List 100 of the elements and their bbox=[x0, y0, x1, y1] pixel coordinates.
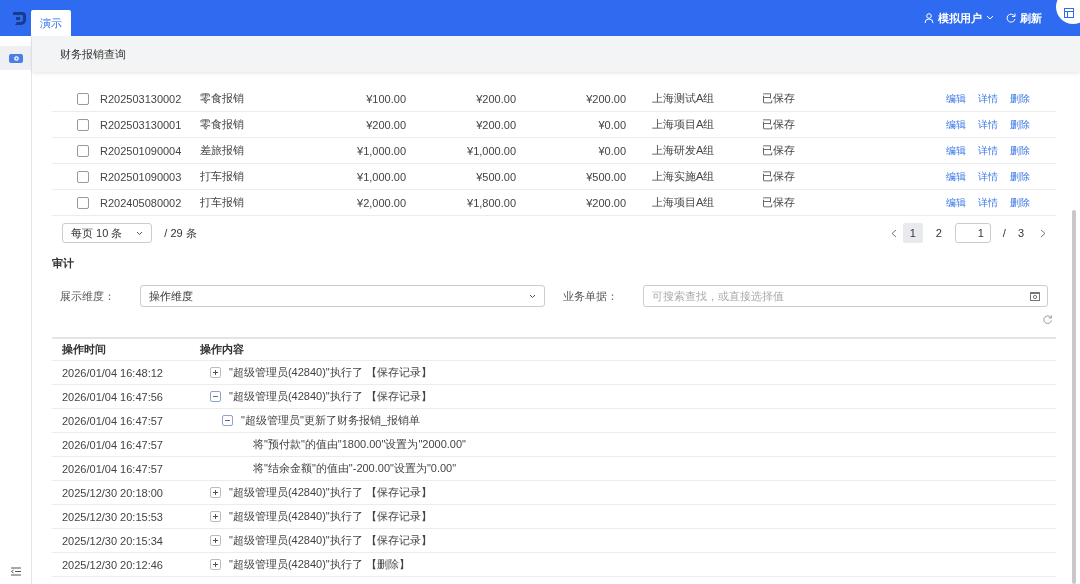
table-cell-text: 已保存 bbox=[761, 143, 796, 158]
table-cell-text: ¥200.00 bbox=[585, 92, 626, 105]
operation-text: "超级管理员(42840)"执行了 【保存记录】 bbox=[229, 533, 432, 548]
table-cell-text: 差旅报销 bbox=[199, 143, 245, 158]
table-cell-text: ¥500.00 bbox=[475, 170, 516, 183]
action-link[interactable]: 删除 bbox=[1010, 143, 1030, 158]
camera-icon bbox=[8, 53, 23, 63]
expand-toggle[interactable] bbox=[210, 535, 221, 546]
table-cell-text: 打车报销 bbox=[199, 169, 245, 184]
table-cell-text: ¥0.00 bbox=[597, 144, 626, 157]
action-link[interactable]: 编辑 bbox=[946, 117, 966, 132]
chevron-down-icon bbox=[529, 293, 536, 299]
table-cell-text: 打车报销 bbox=[199, 195, 245, 210]
column-header: 操作时间 bbox=[61, 342, 107, 357]
reload-button[interactable] bbox=[1043, 315, 1052, 324]
user-menu[interactable]: 模拟用户 bbox=[924, 10, 994, 26]
expand-toggle[interactable] bbox=[210, 559, 221, 570]
next-page-button[interactable] bbox=[1040, 228, 1046, 238]
action-link[interactable]: 编辑 bbox=[946, 195, 966, 210]
operation-text: "超级管理员(42840)"执行了 【保存记录】 bbox=[229, 365, 432, 380]
table-cell-text: 上海测试A组 bbox=[651, 91, 716, 106]
action-link[interactable]: 详情 bbox=[978, 143, 998, 158]
table-cell-text: ¥1,000.00 bbox=[466, 144, 516, 157]
page-button[interactable]: 1 bbox=[902, 223, 923, 243]
table-cell-text: ¥100.00 bbox=[365, 92, 406, 105]
table-cell-text: ¥200.00 bbox=[365, 118, 406, 131]
table-cell-text: ¥500.00 bbox=[585, 170, 626, 183]
table-cell-text: ¥0.00 bbox=[597, 118, 626, 131]
operation-time: 2026/01/04 16:47:57 bbox=[61, 438, 164, 451]
action-link[interactable]: 删除 bbox=[1010, 117, 1030, 132]
page-jump-field[interactable]: 1 bbox=[954, 223, 991, 243]
dimension-select[interactable]: 操作维度 bbox=[140, 285, 545, 307]
chevron-down-icon bbox=[986, 15, 994, 21]
refresh-button[interactable]: 刷新 bbox=[1006, 10, 1042, 26]
section-title: 审计 bbox=[52, 256, 74, 271]
refresh-icon bbox=[1043, 315, 1052, 324]
column-header: 操作内容 bbox=[200, 342, 245, 357]
table-cell-text: 上海项目A组 bbox=[651, 195, 716, 210]
action-link[interactable]: 详情 bbox=[978, 195, 998, 210]
table-cell-text: 上海实施A组 bbox=[651, 169, 716, 184]
action-link[interactable]: 详情 bbox=[978, 117, 998, 132]
table-cell-text: ¥1,800.00 bbox=[466, 196, 516, 209]
table-cell-text: ¥200.00 bbox=[475, 92, 516, 105]
filter-label: 展示维度： bbox=[60, 288, 116, 304]
table-cell-text: 零食报销 bbox=[199, 91, 245, 106]
table-cell-text: ¥2,000.00 bbox=[356, 196, 406, 209]
row-checkbox[interactable] bbox=[77, 144, 89, 157]
chevron-left-icon bbox=[890, 228, 897, 238]
table-cell-text: R202503130002 bbox=[99, 92, 183, 105]
expand-toggle[interactable] bbox=[210, 511, 221, 522]
action-link[interactable]: 删除 bbox=[1010, 91, 1030, 106]
operation-text: "超级管理员(42840)"执行了 【删除】 bbox=[229, 557, 410, 572]
action-link[interactable]: 删除 bbox=[1010, 169, 1030, 184]
expand-toggle[interactable] bbox=[210, 391, 221, 402]
row-checkbox[interactable] bbox=[77, 196, 89, 209]
operation-time: 2025/12/30 20:15:53 bbox=[61, 510, 164, 523]
document-lookup-field[interactable]: 可搜索查找，或直接选择值 bbox=[643, 285, 1048, 307]
table-cell-text: ¥200.00 bbox=[585, 196, 626, 209]
total-count: / 29 条 bbox=[164, 225, 197, 241]
operation-time: 2025/12/30 20:15:34 bbox=[61, 534, 164, 547]
table-cell-text: R202503130001 bbox=[99, 118, 183, 131]
app-tab[interactable]: 演示 bbox=[31, 10, 71, 36]
page-count: 3 bbox=[1017, 227, 1024, 239]
table-cell-text: 已保存 bbox=[761, 91, 796, 106]
action-link[interactable]: 编辑 bbox=[946, 143, 966, 158]
operation-text: "超级管理员"更新了财务报销_报销单 bbox=[241, 413, 420, 428]
operation-text: "超级管理员(42840)"执行了 【保存记录】 bbox=[229, 509, 432, 524]
prev-page-button[interactable] bbox=[890, 228, 897, 238]
expand-toggle[interactable] bbox=[222, 415, 233, 426]
operation-time: 2026/01/04 16:47:56 bbox=[61, 390, 164, 403]
table-cell-text: 已保存 bbox=[761, 169, 796, 184]
table-cell-text: ¥1,000.00 bbox=[356, 170, 406, 183]
table-cell-text: R202501090004 bbox=[99, 144, 183, 157]
row-checkbox[interactable] bbox=[77, 92, 89, 105]
nav-item[interactable] bbox=[0, 46, 31, 70]
action-link[interactable]: 详情 bbox=[978, 169, 998, 184]
page-title: 财务报销查询 bbox=[60, 46, 126, 62]
page-button[interactable]: 2 bbox=[928, 223, 949, 243]
refresh-icon bbox=[1006, 13, 1016, 23]
operation-time: 2026/01/04 16:48:12 bbox=[61, 366, 164, 379]
operation-text: 将"预付款"的值由"1800.00"设置为"2000.00" bbox=[253, 437, 466, 452]
expand-toggle[interactable] bbox=[210, 487, 221, 498]
action-link[interactable]: 编辑 bbox=[946, 169, 966, 184]
collapse-button[interactable] bbox=[10, 567, 21, 576]
scrollbar-thumb[interactable] bbox=[1072, 210, 1076, 584]
page-size-select[interactable]: 每页 10 条 bbox=[62, 223, 153, 243]
table-cell-text: 上海项目A组 bbox=[651, 117, 716, 132]
layout-icon bbox=[1064, 8, 1074, 18]
table-cell-text: 已保存 bbox=[761, 195, 796, 210]
expand-toggle[interactable] bbox=[210, 367, 221, 378]
filter-label: 业务单据： bbox=[563, 288, 619, 304]
page-separator: / bbox=[1002, 227, 1006, 239]
action-link[interactable]: 编辑 bbox=[946, 91, 966, 106]
table-cell-text: R202501090003 bbox=[99, 170, 183, 183]
operation-time: 2026/01/04 16:47:57 bbox=[61, 462, 164, 475]
operation-text: "超级管理员(42840)"执行了 【保存记录】 bbox=[229, 389, 432, 404]
row-checkbox[interactable] bbox=[77, 118, 89, 131]
action-link[interactable]: 删除 bbox=[1010, 195, 1030, 210]
action-link[interactable]: 详情 bbox=[978, 91, 998, 106]
row-checkbox[interactable] bbox=[77, 170, 89, 183]
